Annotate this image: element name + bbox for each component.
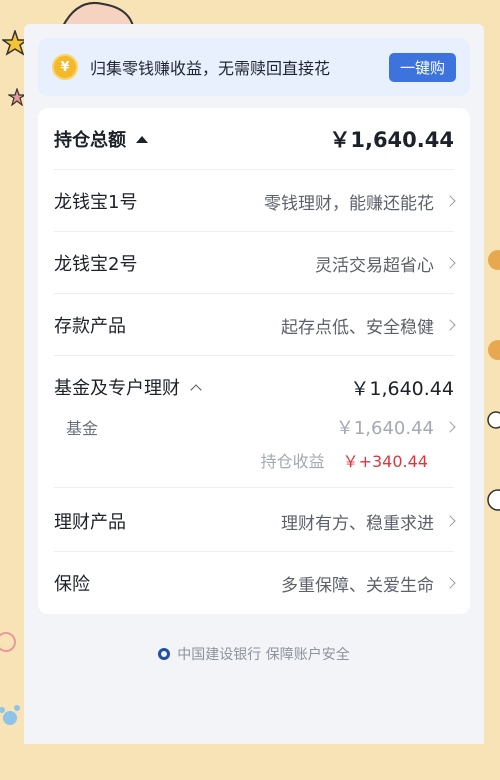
holding-gain-value: ￥+340.44 [342, 452, 428, 471]
product-desc: 多重保障、关爱生命 [281, 575, 434, 596]
product-name: 龙钱宝1号 [54, 192, 138, 213]
collapse-triangle-icon[interactable] [136, 135, 148, 143]
product-name: 存款产品 [54, 316, 126, 337]
fund-sub-name: 基金 [66, 419, 99, 438]
product-name: 保险 [54, 574, 90, 595]
fund-section-amount: ￥1,640.44 [350, 377, 454, 400]
paw-decoration [0, 632, 20, 725]
product-desc: 理财有方、稳重求进 [281, 513, 434, 534]
main-panel: ¥ 归集零钱赚收益，无需赎回直接花 一键购 持仓总额 ￥1,640.44 龙钱宝… [24, 24, 484, 744]
fund-section-name: 基金及专户理财 [54, 378, 180, 399]
security-footer: 中国建设银行 保障账户安全 [24, 644, 484, 664]
chevron-right-icon [444, 195, 456, 207]
one-click-buy-button[interactable]: 一键购 [388, 52, 456, 82]
fund-sub-row[interactable]: 基金 ￥1,640.44 [38, 412, 470, 442]
chevron-right-icon [444, 421, 456, 433]
product-desc: 灵活交易超省心 [315, 255, 434, 276]
product-row-longqianbao-1[interactable]: 龙钱宝1号 零钱理财，能赚还能花 [38, 170, 470, 232]
holding-gain-label: 持仓收益 [260, 452, 325, 471]
chevron-right-icon [444, 319, 456, 331]
product-desc: 零钱理财，能赚还能花 [264, 193, 434, 214]
total-holdings-row[interactable]: 持仓总额 ￥1,640.44 [38, 108, 470, 170]
chevron-up-icon[interactable] [190, 384, 202, 396]
chevron-right-icon [444, 577, 456, 589]
total-holdings-label: 持仓总额 [54, 130, 126, 151]
product-desc: 起存点低、安全稳健 [281, 317, 434, 338]
fund-section-row[interactable]: 基金及专户理财 ￥1,640.44 [38, 356, 470, 418]
product-name: 龙钱宝2号 [54, 254, 138, 275]
total-holdings-amount: ￥1,640.44 [329, 128, 454, 152]
promo-banner[interactable]: ¥ 归集零钱赚收益，无需赎回直接花 一键购 [38, 38, 470, 96]
product-row-insurance[interactable]: 保险 多重保障、关爱生命 [38, 552, 470, 614]
holdings-card: 持仓总额 ￥1,640.44 龙钱宝1号 零钱理财，能赚还能花 龙钱宝2号 灵活… [38, 108, 470, 614]
product-row-wealth[interactable]: 理财产品 理财有方、稳重求进 [38, 490, 470, 552]
product-row-deposit[interactable]: 存款产品 起存点低、安全稳健 [38, 294, 470, 356]
coin-icon: ¥ [52, 54, 78, 80]
fund-gain-row: 持仓收益 ￥+340.44 [54, 444, 454, 488]
chevron-right-icon [444, 257, 456, 269]
footer-text: 中国建设银行 保障账户安全 [177, 647, 350, 663]
chevron-right-icon [444, 515, 456, 527]
product-name: 理财产品 [54, 512, 126, 533]
fund-sub-amount: ￥1,640.44 [335, 418, 434, 439]
ccb-logo-icon [158, 648, 171, 660]
banner-text: 归集零钱赚收益，无需赎回直接花 [90, 59, 331, 78]
product-row-longqianbao-2[interactable]: 龙钱宝2号 灵活交易超省心 [38, 232, 470, 294]
